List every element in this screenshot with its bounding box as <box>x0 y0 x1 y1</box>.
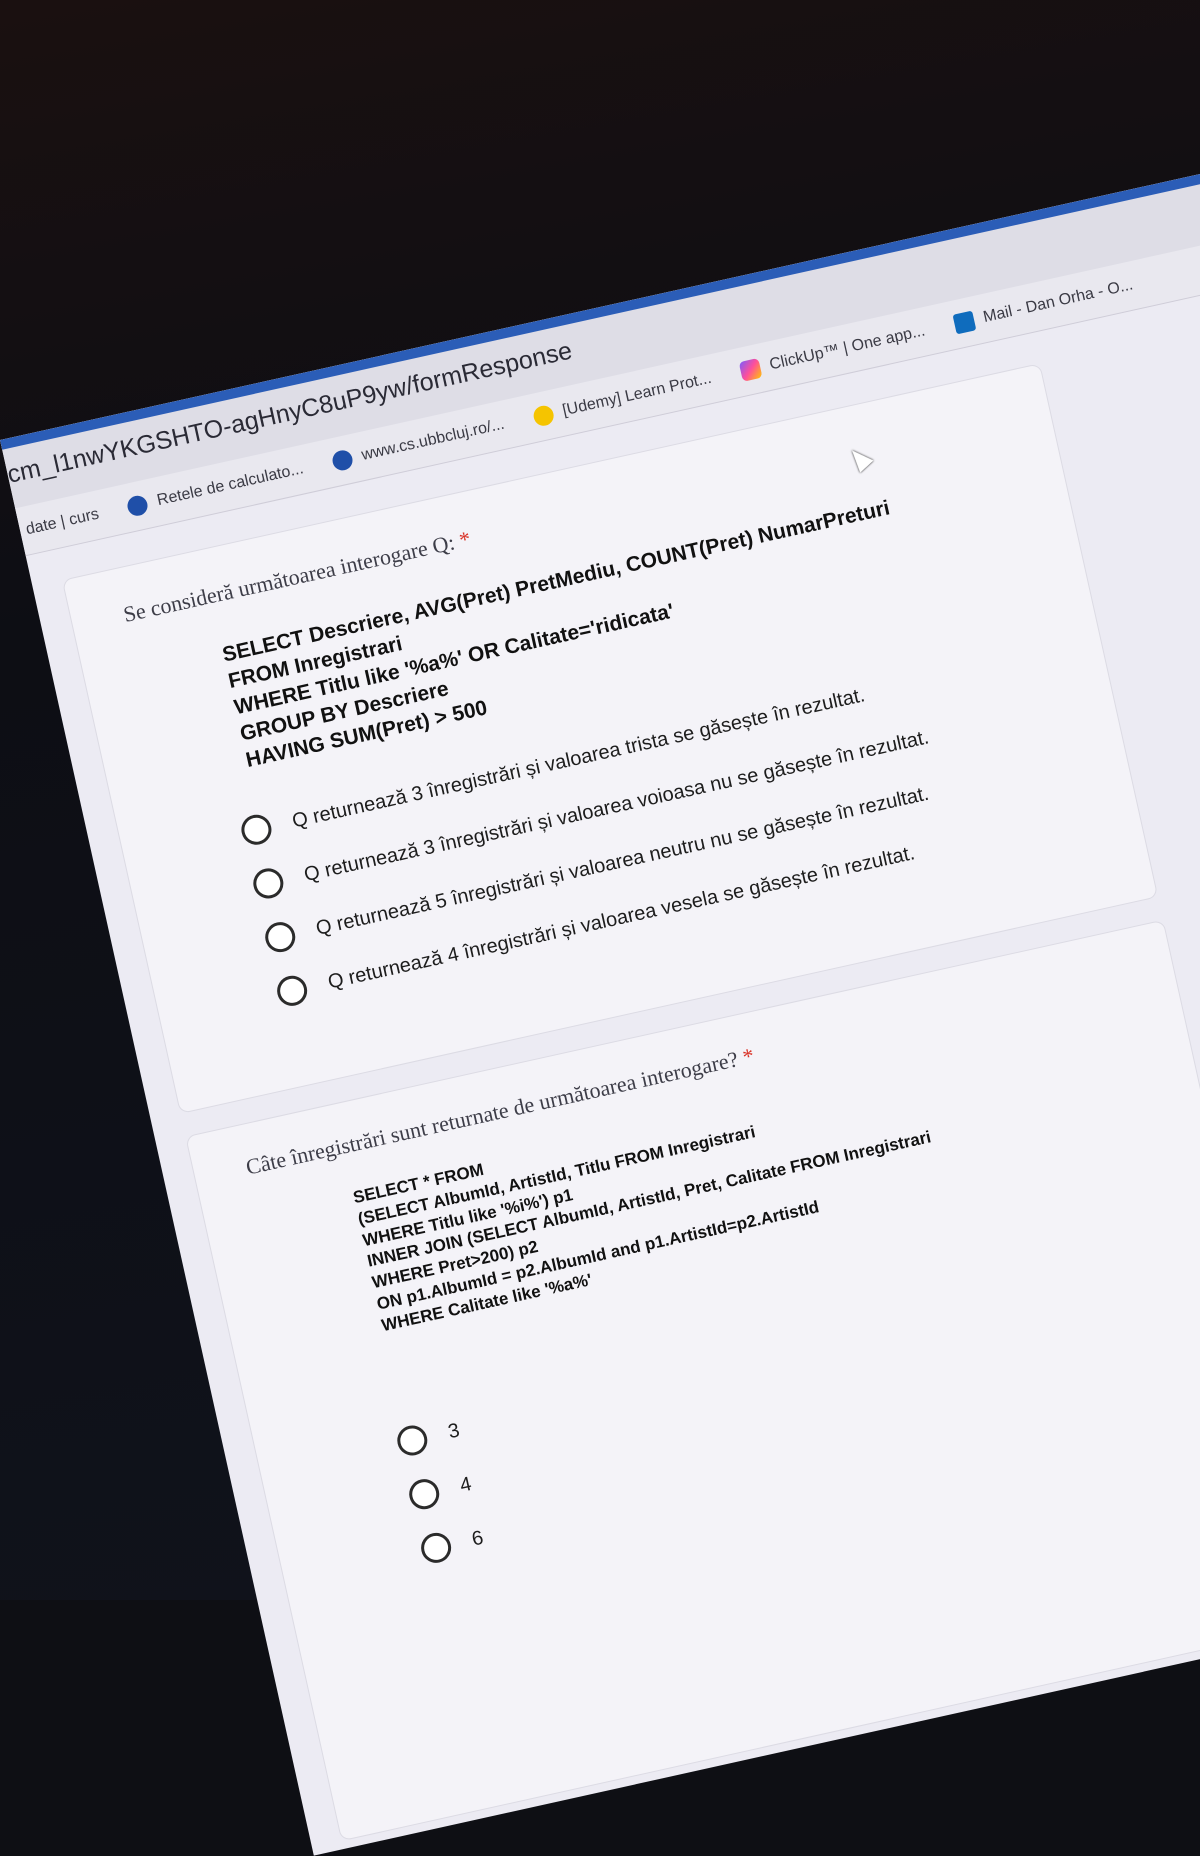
udemy-icon <box>531 403 556 428</box>
answer-option[interactable]: 3 <box>394 1415 462 1459</box>
option-label: 6 <box>469 1526 486 1551</box>
radio-button[interactable] <box>238 811 275 848</box>
answer-option[interactable]: 4 <box>406 1469 474 1513</box>
option-label: 3 <box>445 1418 462 1443</box>
radio-button[interactable] <box>262 919 299 956</box>
radio-button[interactable] <box>274 972 311 1009</box>
radio-button[interactable] <box>406 1476 443 1513</box>
site-icon <box>330 448 355 473</box>
answer-option[interactable]: 6 <box>418 1523 486 1566</box>
required-asterisk: * <box>456 525 473 553</box>
sql-query: SELECT Descriere, AVG(Pret) PretMediu, C… <box>220 495 916 774</box>
site-icon <box>125 493 150 518</box>
bookmark-date-curs[interactable]: date | curs <box>24 506 101 540</box>
radio-button[interactable] <box>394 1422 431 1459</box>
mouse-pointer-icon <box>845 444 874 473</box>
sql-query: SELECT * FROM (SELECT AlbumId, ArtistId, … <box>351 1063 947 1336</box>
required-asterisk: * <box>740 1042 757 1070</box>
radio-button[interactable] <box>250 865 287 902</box>
option-label: 4 <box>457 1472 474 1497</box>
outlook-icon <box>952 310 976 335</box>
bookmark-label: date | curs <box>24 505 101 539</box>
clickup-icon <box>738 358 763 382</box>
radio-button[interactable] <box>418 1529 455 1566</box>
